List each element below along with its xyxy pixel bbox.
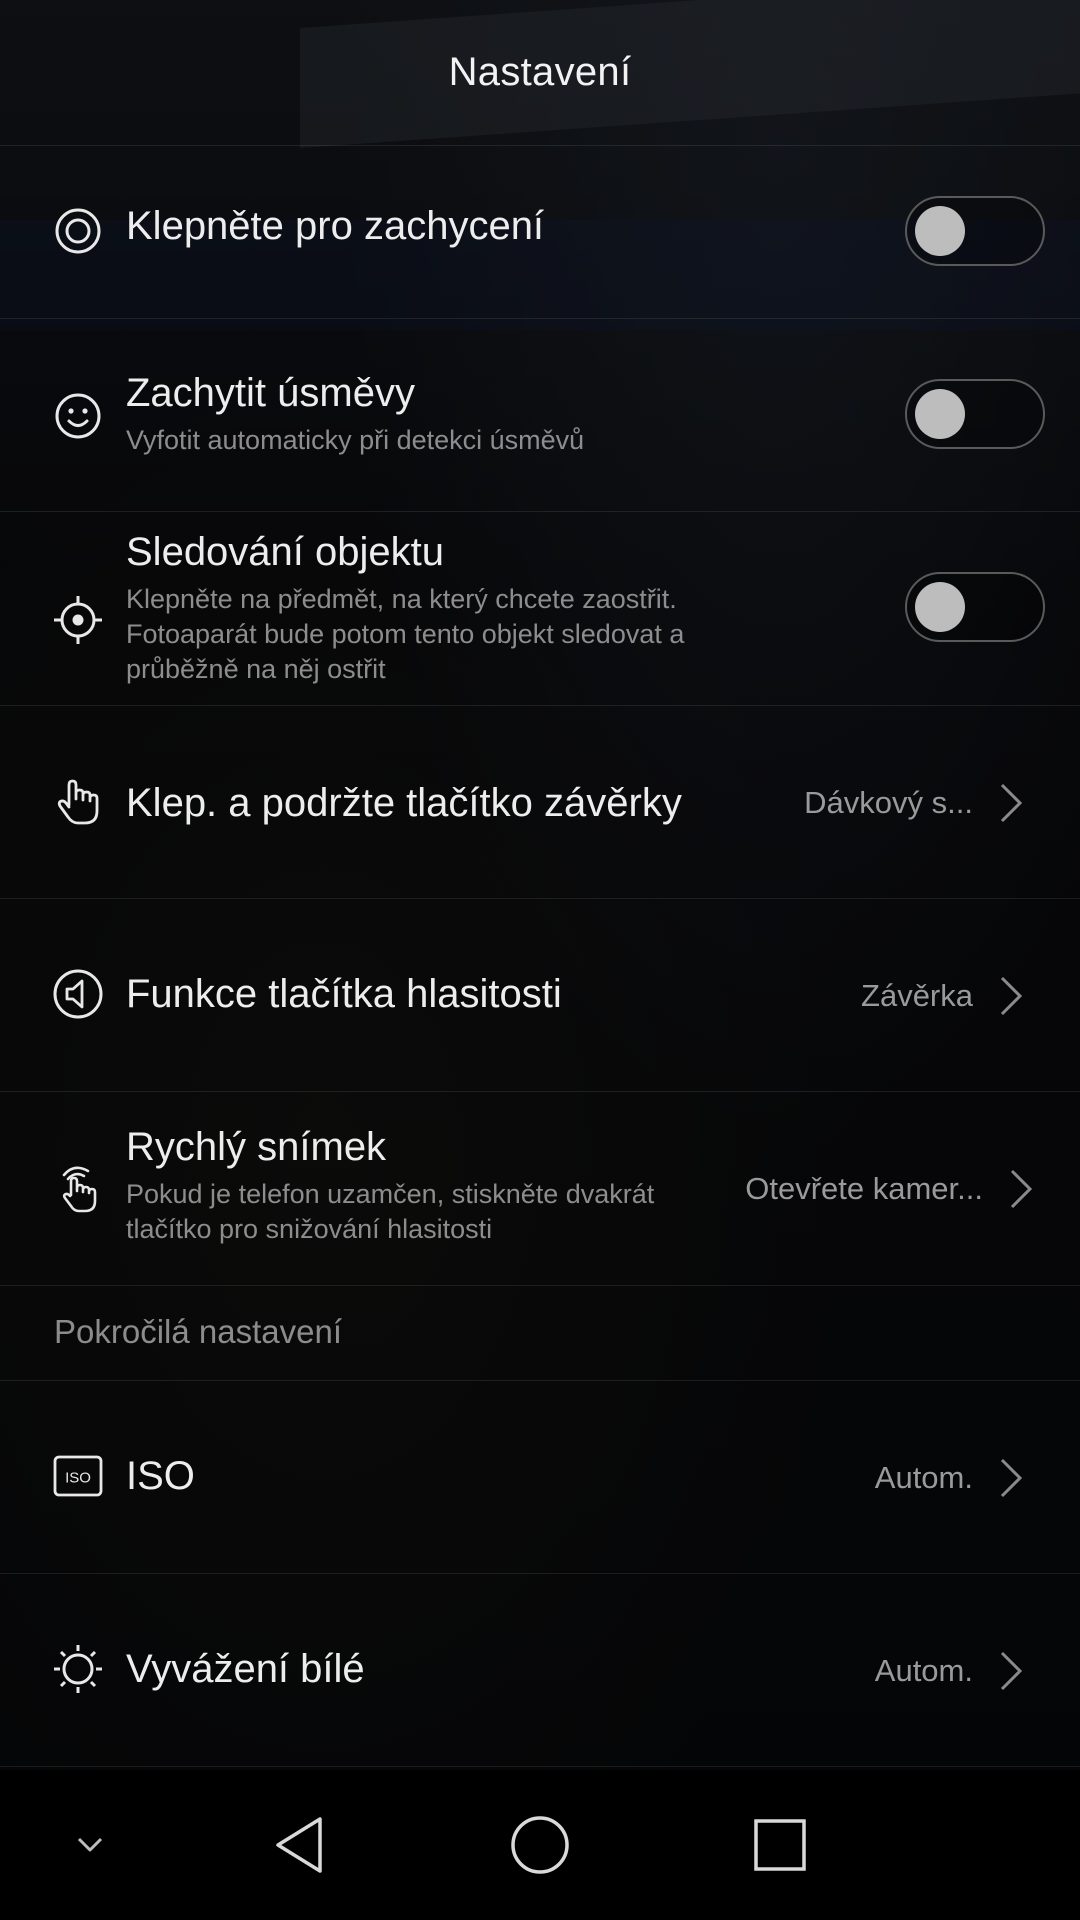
setting-title: Sledování objektu — [126, 530, 445, 574]
setting-description: Klepněte na předmět, na který chcete zao… — [126, 584, 685, 684]
back-icon[interactable] — [260, 1795, 340, 1895]
setting-title: Klep. a podržte tlačítko závěrky — [126, 781, 682, 825]
object-tracking-toggle[interactable] — [905, 572, 1045, 642]
setting-title: Rychlý snímek — [126, 1125, 387, 1169]
iso-icon: ISO — [52, 1450, 104, 1502]
section-label: Pokročilá nastavení — [54, 1313, 342, 1350]
crosshair-icon — [52, 594, 104, 646]
setting-title: Klepněte pro zachycení — [126, 204, 545, 248]
chevron-right-icon — [994, 972, 1026, 1020]
setting-iso[interactable]: ISO ISO Autom. — [0, 1380, 1080, 1574]
tap-to-capture-toggle[interactable] — [905, 196, 1045, 266]
chevron-right-icon — [994, 1647, 1026, 1695]
setting-description: Pokud je telefon uzamčen, stiskněte dvak… — [126, 1179, 655, 1244]
advanced-settings-section: Pokročilá nastavení — [0, 1285, 1080, 1381]
setting-description: Vyfotit automaticky při detekci úsměvů — [126, 425, 585, 455]
setting-title: Vyvážení bílé — [126, 1647, 365, 1691]
setting-tap-to-capture[interactable]: Klepněte pro zachycení — [0, 145, 1080, 319]
collapse-chevron-icon[interactable] — [60, 1805, 120, 1885]
navigation-bar — [0, 1770, 1080, 1920]
speaker-icon — [52, 968, 104, 1020]
white-balance-icon — [52, 1643, 104, 1695]
setting-value: Závěrka — [861, 978, 973, 1013]
setting-object-tracking[interactable]: Sledování objektu Klepněte na předmět, n… — [0, 511, 1080, 706]
recents-icon[interactable] — [740, 1795, 820, 1895]
setting-title: Zachytit úsměvy — [126, 371, 415, 415]
svg-text:ISO: ISO — [65, 1470, 91, 1487]
smile-icon — [52, 390, 104, 442]
home-icon[interactable] — [500, 1795, 580, 1895]
hand-icon — [52, 775, 104, 827]
setting-value: Otevřete kamer... — [745, 1171, 983, 1206]
chevron-right-icon — [994, 1454, 1026, 1502]
setting-title: ISO — [126, 1454, 195, 1498]
setting-value: Autom. — [874, 1460, 973, 1495]
setting-volume-key-function[interactable]: Funkce tlačítka hlasitosti Závěrka — [0, 898, 1080, 1092]
setting-hold-shutter[interactable]: Klep. a podržte tlačítko závěrky Dávkový… — [0, 705, 1080, 899]
page-title: Nastavení — [448, 50, 632, 94]
setting-capture-smiles[interactable]: Zachytit úsměvy Vyfotit automaticky při … — [0, 318, 1080, 512]
double-tap-hand-icon — [52, 1161, 104, 1213]
setting-title: Funkce tlačítka hlasitosti — [126, 972, 562, 1016]
chevron-right-icon — [1004, 1165, 1036, 1213]
setting-quick-snapshot[interactable]: Rychlý snímek Pokud je telefon uzamčen, … — [0, 1091, 1080, 1286]
toggle-knob — [915, 582, 965, 632]
toggle-knob — [915, 389, 965, 439]
camera-settings-screen: Nastavení Klepněte pro zachycení Zachyti… — [0, 0, 1080, 1920]
chevron-right-icon — [994, 779, 1026, 827]
setting-white-balance[interactable]: Vyvážení bílé Autom. — [0, 1573, 1080, 1767]
tap-capture-icon — [52, 205, 104, 257]
toggle-knob — [915, 206, 965, 256]
setting-value: Dávkový s... — [804, 785, 973, 820]
settings-header: Nastavení — [0, 0, 1080, 146]
setting-value: Autom. — [874, 1653, 973, 1688]
capture-smiles-toggle[interactable] — [905, 379, 1045, 449]
